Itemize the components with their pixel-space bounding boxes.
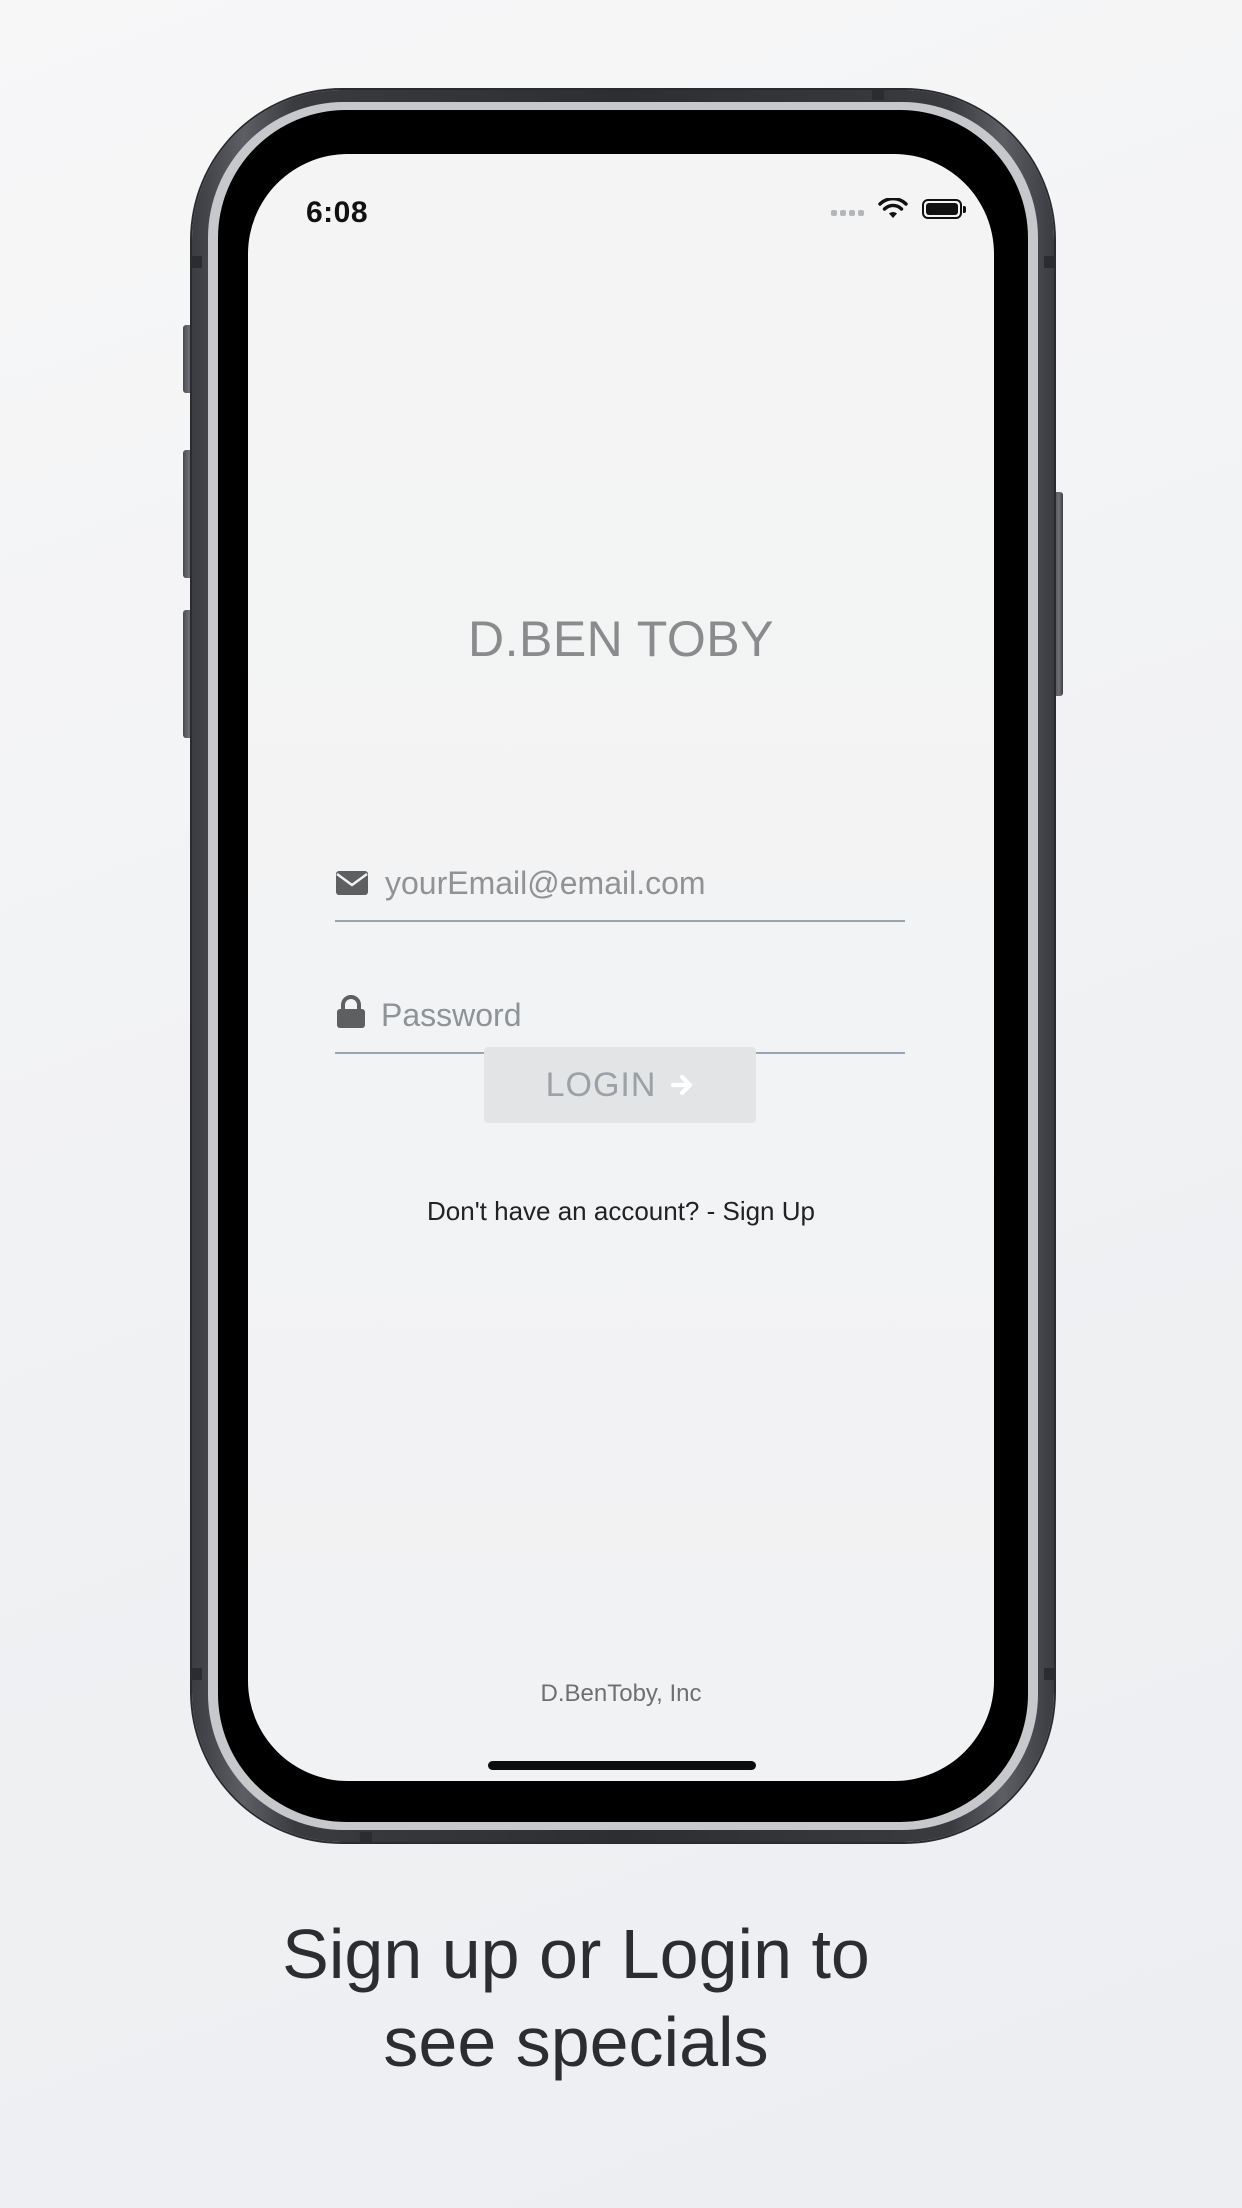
lock-icon bbox=[337, 995, 365, 1028]
app-title: D.BEN TOBY bbox=[467, 611, 775, 667]
antenna-band bbox=[360, 1832, 372, 1844]
login-button[interactable]: LOGIN bbox=[484, 1047, 756, 1123]
caption-line-2: see specials bbox=[383, 2003, 769, 2081]
antenna-band bbox=[1044, 256, 1056, 268]
company-footer: D.BenToby, Inc bbox=[540, 1680, 702, 1707]
status-time: 6:08 bbox=[306, 196, 369, 229]
envelope-icon bbox=[336, 871, 368, 895]
email-field bbox=[335, 852, 905, 922]
caption-line-1: Sign up or Login to bbox=[282, 1915, 870, 1993]
antenna-band bbox=[190, 256, 202, 268]
home-indicator[interactable] bbox=[488, 1761, 756, 1770]
password-field bbox=[335, 984, 905, 1054]
cellular-signal-icon bbox=[831, 202, 864, 216]
password-input[interactable] bbox=[381, 992, 881, 1038]
status-icons bbox=[831, 198, 966, 220]
signup-link[interactable]: Don't have an account? - Sign Up bbox=[248, 1196, 994, 1227]
arrow-right-icon bbox=[671, 1074, 693, 1096]
email-input[interactable] bbox=[385, 860, 885, 906]
antenna-band bbox=[190, 1668, 202, 1680]
phone-frame: 6:08 D.BEN TOBY yourEmail@email.com LOGI… bbox=[190, 88, 1056, 1844]
phone-screen: 6:08 D.BEN TOBY yourEmail@email.com LOGI… bbox=[248, 154, 994, 1781]
battery-icon bbox=[922, 199, 966, 219]
power-button bbox=[1053, 492, 1063, 696]
antenna-band bbox=[1044, 1668, 1056, 1680]
login-button-label: LOGIN bbox=[545, 1065, 657, 1104]
antenna-band bbox=[872, 88, 884, 100]
wifi-icon bbox=[878, 198, 908, 218]
promo-caption: Sign up or Login to see specials bbox=[220, 1910, 932, 2086]
